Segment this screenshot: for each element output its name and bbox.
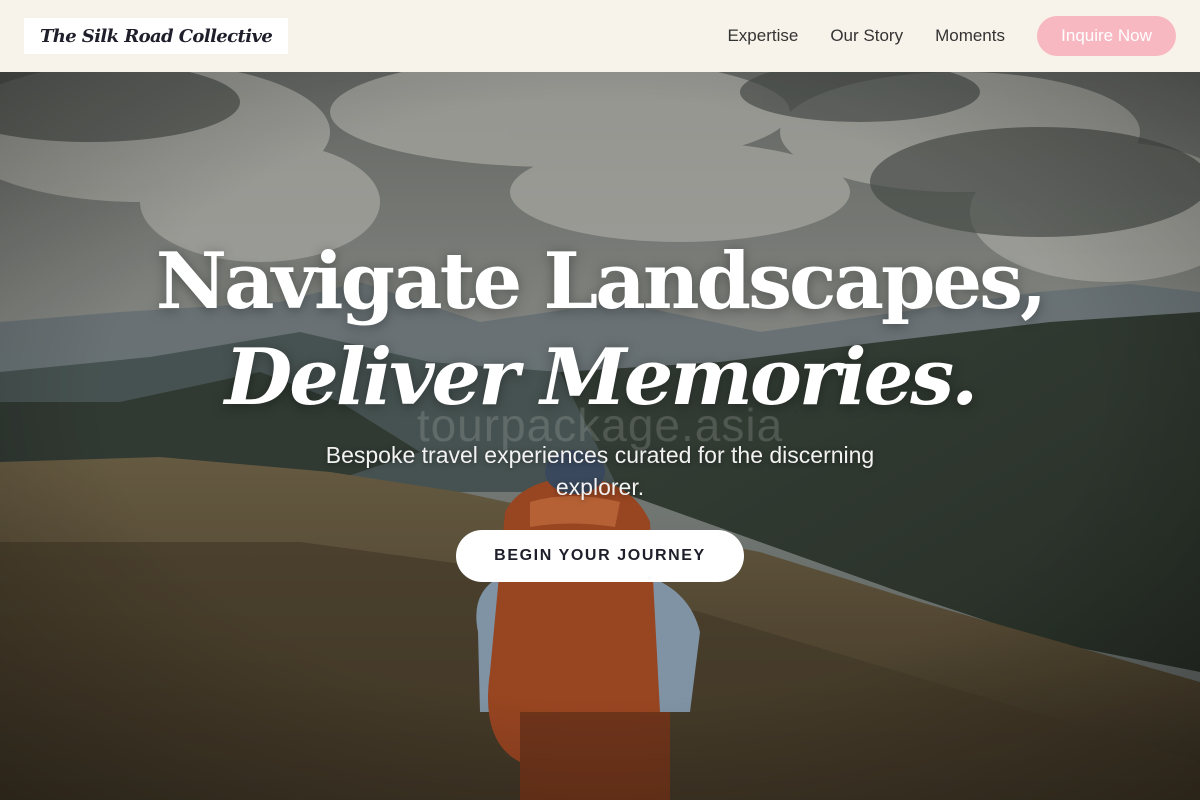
hero-section: tourpackage.asia Navigate Landscapes, De… xyxy=(0,72,1200,800)
begin-journey-button[interactable]: BEGIN YOUR JOURNEY xyxy=(456,530,744,582)
brand-logo[interactable]: The Silk Road Collective xyxy=(24,18,289,54)
nav-link-our-story[interactable]: Our Story xyxy=(830,26,903,46)
landing-page: The Silk Road Collective Expertise Our S… xyxy=(0,0,1200,800)
nav-link-expertise[interactable]: Expertise xyxy=(727,26,798,46)
nav-link-moments[interactable]: Moments xyxy=(935,26,1005,46)
main-nav: Expertise Our Story Moments Inquire Now xyxy=(727,16,1176,56)
hero-subtitle: Bespoke travel experiences curated for t… xyxy=(325,442,875,500)
site-header: The Silk Road Collective Expertise Our S… xyxy=(0,0,1200,72)
hero-headline-line-2: Deliver Memories. xyxy=(224,332,979,423)
hero-headline-line-1: Navigate Landscapes, xyxy=(155,236,1048,327)
inquire-now-button[interactable]: Inquire Now xyxy=(1037,16,1176,56)
